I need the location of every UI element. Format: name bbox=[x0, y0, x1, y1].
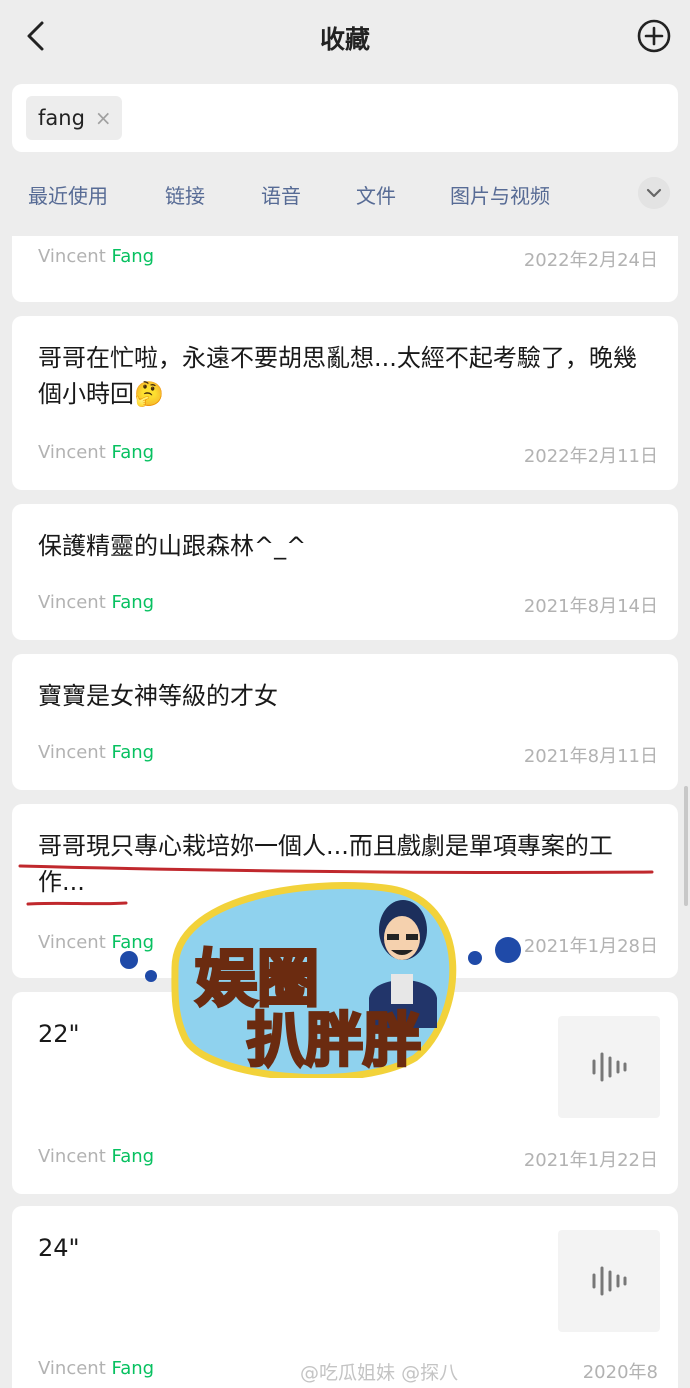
item-meta: Vincent Fang 2021年8月14日 bbox=[38, 592, 658, 618]
item-text: 寶寶是女神等級的才女 bbox=[38, 682, 278, 710]
voice-duration: 22" bbox=[38, 1020, 80, 1048]
item-author: Vincent Fang bbox=[38, 1358, 155, 1379]
chevron-down-icon[interactable] bbox=[638, 177, 670, 209]
item-author: Vincent Fang bbox=[38, 932, 155, 953]
item-text: 哥哥現只專心栽培妳一個人...而且戲劇是單項專案的工作... bbox=[38, 832, 613, 896]
item-meta: Vincent Fang 2022年2月24日 bbox=[38, 246, 658, 272]
item-author: Vincent Fang bbox=[38, 442, 155, 463]
item-meta: Vincent Fang 2021年8月11日 bbox=[38, 742, 658, 768]
list-item[interactable]: 哥哥在忙啦，永遠不要胡思亂想...太經不起考驗了，晚幾個小時回🤔 Vincent… bbox=[12, 316, 678, 490]
item-date: 2021年1月28日 bbox=[523, 936, 658, 957]
search-tag-label: fang bbox=[38, 106, 85, 130]
search-input[interactable]: fang × bbox=[12, 84, 678, 152]
item-text: 哥哥在忙啦，永遠不要胡思亂想...太經不起考驗了，晚幾個小時回🤔 bbox=[38, 344, 637, 408]
item-meta: Vincent Fang 2021年1月22日 bbox=[38, 1146, 658, 1172]
item-date: 2022年2月11日 bbox=[523, 446, 658, 467]
filter-tab-recent[interactable]: 最近使用 bbox=[28, 180, 108, 209]
item-author: Vincent Fang bbox=[38, 246, 155, 267]
item-author: Vincent Fang bbox=[38, 742, 155, 763]
voice-waveform-icon bbox=[592, 1052, 627, 1082]
item-author: Vincent Fang bbox=[38, 1146, 155, 1167]
item-meta: Vincent Fang 2021年1月28日 bbox=[38, 932, 658, 958]
voice-waveform-icon bbox=[592, 1266, 627, 1296]
item-text: 保護精靈的山跟森林^_^ bbox=[38, 532, 307, 560]
filter-tab-files[interactable]: 文件 bbox=[356, 180, 396, 209]
nav-bar: 收藏 bbox=[0, 0, 690, 74]
voice-thumbnail bbox=[558, 1016, 660, 1118]
list-item[interactable]: Vincent Fang 2022年2月24日 bbox=[12, 236, 678, 302]
item-meta: Vincent Fang 2022年2月11日 bbox=[38, 442, 658, 468]
item-date: 2021年8月14日 bbox=[523, 596, 658, 617]
filter-tab-links[interactable]: 链接 bbox=[165, 180, 205, 209]
list-item[interactable]: 寶寶是女神等級的才女 Vincent Fang 2021年8月11日 bbox=[12, 654, 678, 790]
search-tag-chip[interactable]: fang × bbox=[26, 96, 122, 140]
plus-circle-icon[interactable] bbox=[636, 18, 672, 54]
voice-thumbnail bbox=[558, 1230, 660, 1332]
item-date: 2022年2月24日 bbox=[523, 250, 658, 271]
filter-bar: 最近使用 链接 语音 文件 图片与视频 bbox=[0, 160, 690, 226]
item-date: 2020年8 bbox=[582, 1362, 658, 1383]
list-item[interactable]: 保護精靈的山跟森林^_^ Vincent Fang 2021年8月14日 bbox=[12, 504, 678, 640]
list-item[interactable]: 哥哥現只專心栽培妳一個人...而且戲劇是單項專案的工作... Vincent F… bbox=[12, 804, 678, 978]
voice-duration: 24" bbox=[38, 1234, 80, 1262]
item-date: 2021年1月22日 bbox=[523, 1150, 658, 1171]
page-title: 收藏 bbox=[319, 25, 370, 54]
favorites-list: Vincent Fang 2022年2月24日 哥哥在忙啦，永遠不要胡思亂想..… bbox=[0, 236, 690, 1388]
filter-tab-media[interactable]: 图片与视频 bbox=[450, 180, 550, 209]
list-item-voice[interactable]: 22" Vincent Fang 2021年1月22日 bbox=[12, 992, 678, 1194]
item-author: Vincent Fang bbox=[38, 592, 155, 613]
item-date: 2021年8月11日 bbox=[523, 746, 658, 767]
filter-tab-voice[interactable]: 语音 bbox=[261, 180, 301, 209]
scrollbar[interactable] bbox=[684, 786, 688, 906]
close-icon[interactable]: × bbox=[95, 106, 112, 130]
watermark: @吃瓜姐妹 @探八 bbox=[300, 1362, 459, 1384]
